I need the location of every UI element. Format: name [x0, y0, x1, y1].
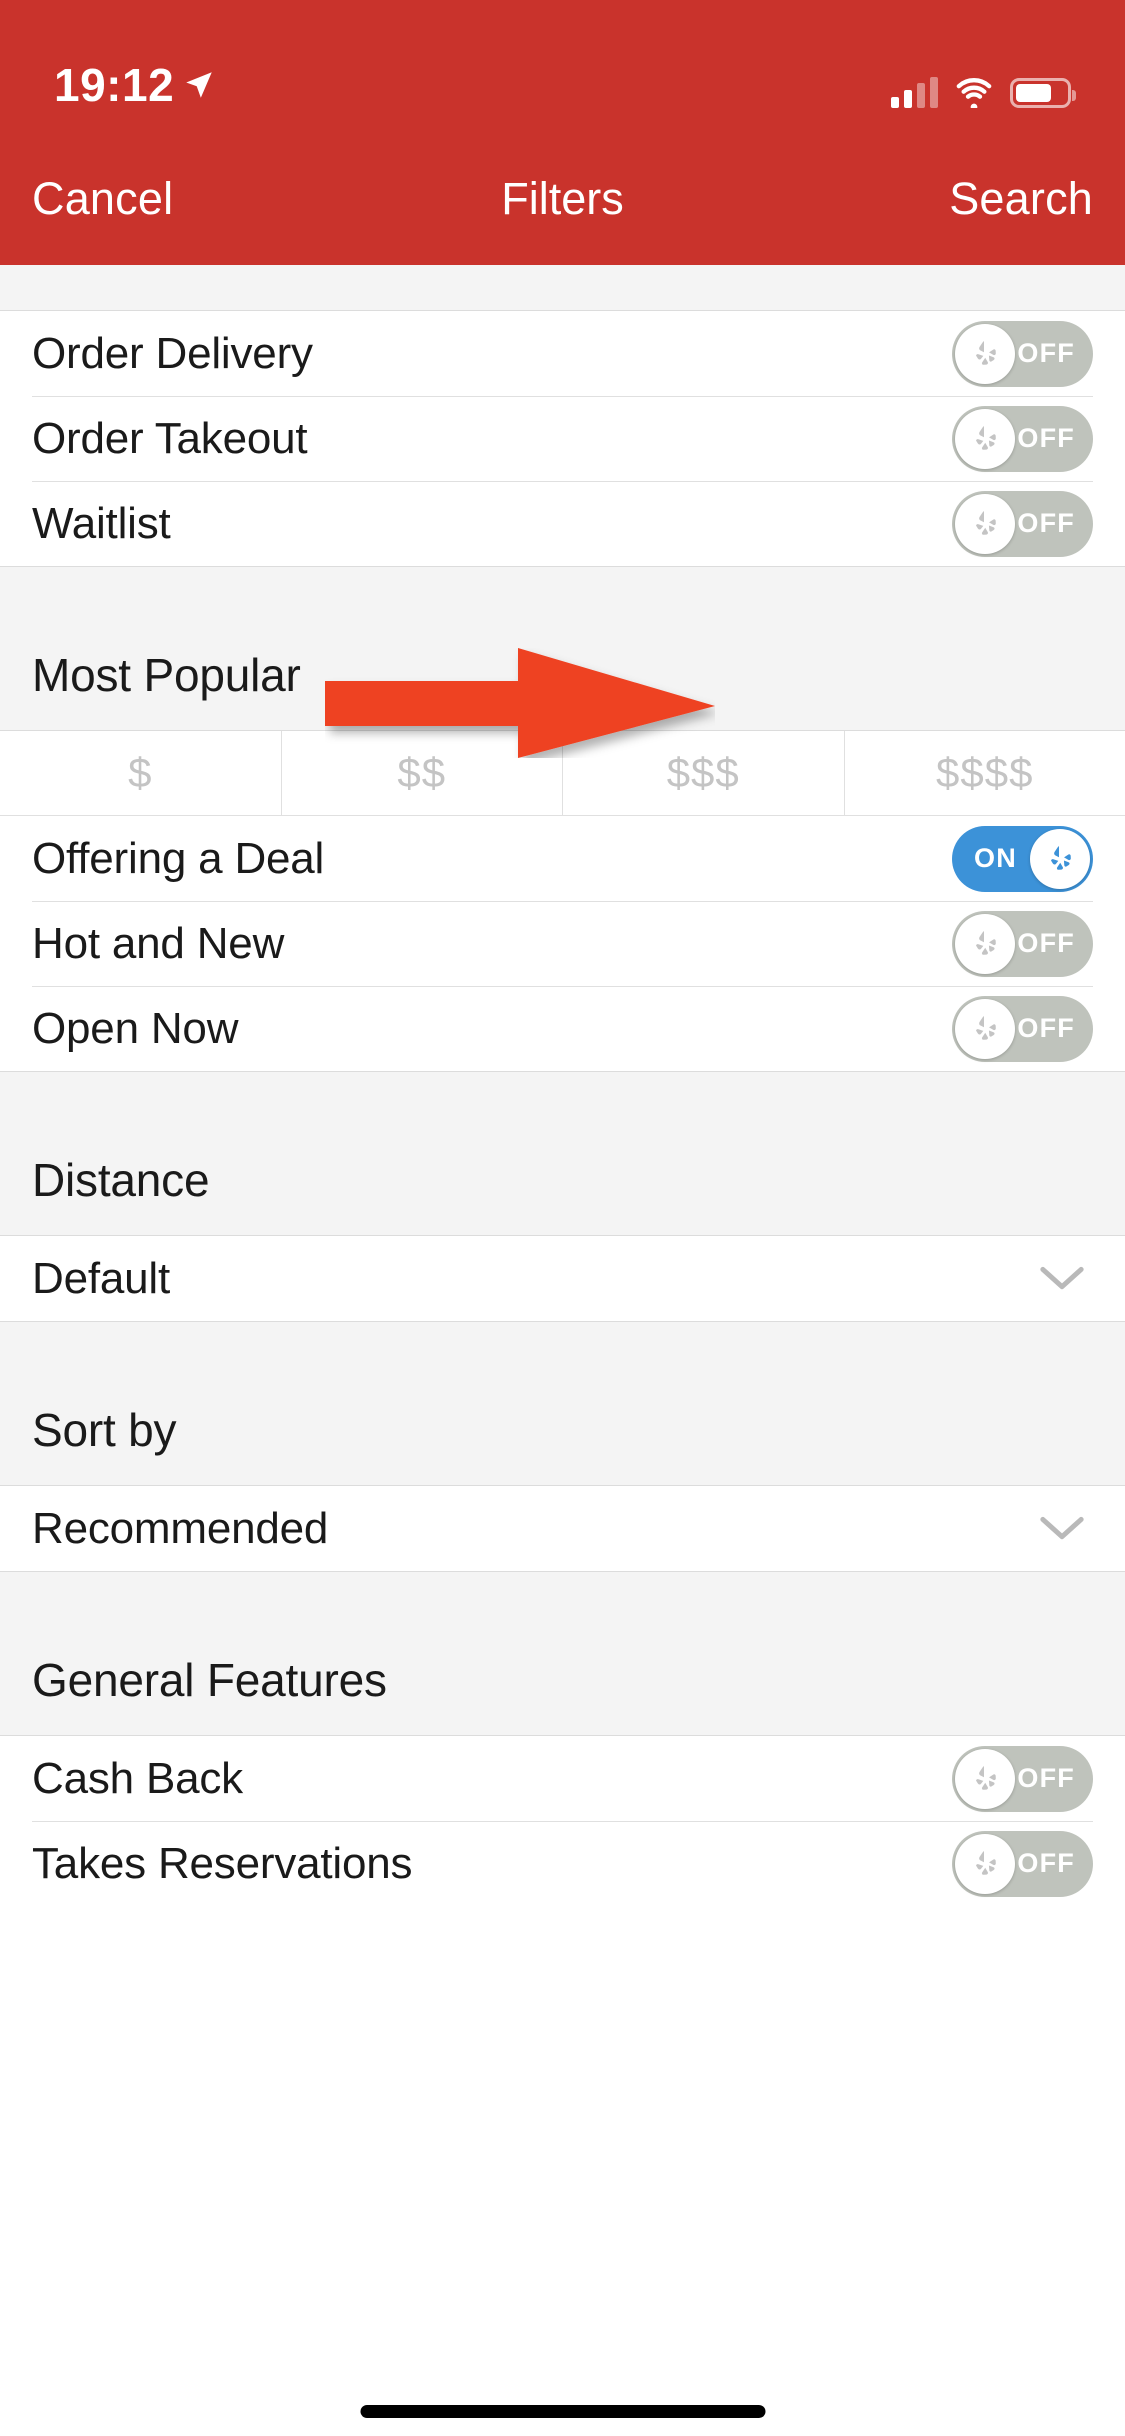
toggle-open-now[interactable]: OFF: [952, 995, 1093, 1062]
yelp-burst-icon: [976, 930, 996, 955]
row-label: Cash Back: [32, 1753, 243, 1803]
chevron-down-icon: [1040, 1266, 1084, 1289]
filter-row-offering-a-deal[interactable]: Offering a Deal ON: [0, 816, 1125, 901]
filter-row-order-takeout[interactable]: Order Takeout OFF: [0, 396, 1125, 481]
yelp-burst-icon: [976, 425, 996, 450]
price-filter-row: $ $$ $$$ $$$$: [0, 731, 1125, 816]
filter-row-takes-reservations[interactable]: Takes Reservations OFF: [0, 1821, 1125, 1906]
general-features-group: Cash Back OFF Takes Reservations OFF: [0, 1736, 1125, 1906]
section-title: Distance: [32, 1154, 210, 1206]
sort-by-select[interactable]: Recommended: [0, 1486, 1125, 1571]
section-header-sort-by: Sort by: [0, 1321, 1125, 1486]
price-option-4[interactable]: $$$$: [845, 731, 1125, 815]
yelp-burst-icon: [976, 340, 996, 365]
row-label: Offering a Deal: [32, 833, 325, 883]
row-label: Order Delivery: [32, 328, 313, 378]
distance-select[interactable]: Default: [0, 1236, 1125, 1321]
section-header-most-popular: Most Popular: [0, 566, 1125, 731]
nav-bar: Cancel Filters Search: [0, 132, 1125, 265]
delivery-options-group: Order Delivery OFF Order Takeout OFF Wai…: [0, 311, 1125, 566]
battery-icon: [1010, 78, 1076, 108]
toggle-knob: [955, 1833, 1015, 1894]
row-label: Order Takeout: [32, 413, 308, 463]
toggle-state-label: OFF: [1017, 1763, 1075, 1793]
filters-list: Order Delivery OFF Order Takeout OFF Wai…: [0, 265, 1125, 1906]
chevron-down-icon: [1040, 1516, 1084, 1539]
toggle-knob: [955, 493, 1015, 554]
toggle-waitlist[interactable]: OFF: [952, 490, 1093, 557]
toggle-state-label: OFF: [1017, 1848, 1075, 1878]
row-label: Open Now: [32, 1003, 239, 1053]
price-option-3[interactable]: $$$: [563, 731, 845, 815]
price-option-2[interactable]: $$: [282, 731, 563, 815]
filter-row-order-delivery[interactable]: Order Delivery OFF: [0, 311, 1125, 396]
toggle-state-label: OFF: [1017, 1013, 1075, 1043]
toggle-takes-reservations[interactable]: OFF: [952, 1830, 1093, 1897]
row-label: Takes Reservations: [32, 1838, 413, 1888]
distance-value: Default: [32, 1253, 171, 1303]
sort-by-value: Recommended: [32, 1503, 329, 1553]
status-bar-left: 19:12: [54, 62, 216, 108]
status-bar-right: [891, 77, 1076, 108]
toggle-offering-a-deal[interactable]: ON: [952, 825, 1093, 892]
toggle-knob: [955, 913, 1015, 974]
filter-row-waitlist[interactable]: Waitlist OFF: [0, 481, 1125, 566]
toggle-state-label: OFF: [1017, 928, 1075, 958]
filter-row-cash-back[interactable]: Cash Back OFF: [0, 1736, 1125, 1821]
toggle-knob: [955, 323, 1015, 384]
section-title: General Features: [32, 1654, 387, 1706]
yelp-burst-icon: [1051, 845, 1071, 870]
toggle-order-delivery[interactable]: OFF: [952, 320, 1093, 387]
yelp-burst-icon: [976, 1850, 996, 1875]
section-header-distance: Distance: [0, 1071, 1125, 1236]
status-bar-time: 19:12: [54, 59, 175, 111]
toggle-state-label: OFF: [1017, 508, 1075, 538]
toggle-knob: [1030, 828, 1090, 889]
wifi-icon: [956, 78, 992, 108]
row-label: Hot and New: [32, 918, 285, 968]
yelp-burst-icon: [976, 510, 996, 535]
status-bar: 19:12: [0, 0, 1125, 132]
filter-row-hot-and-new[interactable]: Hot and New OFF: [0, 901, 1125, 986]
yelp-burst-icon: [976, 1765, 996, 1790]
toggle-cash-back[interactable]: OFF: [952, 1745, 1093, 1812]
toggle-hot-and-new[interactable]: OFF: [952, 910, 1093, 977]
section-header-general-features: General Features: [0, 1571, 1125, 1736]
row-label: Waitlist: [32, 498, 171, 548]
filter-row-open-now[interactable]: Open Now OFF: [0, 986, 1125, 1071]
price-option-1[interactable]: $: [0, 731, 282, 815]
most-popular-group: Offering a Deal ON Hot and New OFF Open …: [0, 816, 1125, 1071]
yelp-burst-icon: [976, 1015, 996, 1040]
toggle-order-takeout[interactable]: OFF: [952, 405, 1093, 472]
location-arrow-icon: [186, 72, 212, 98]
toggle-state-label: OFF: [1017, 338, 1075, 368]
cancel-button[interactable]: Cancel: [32, 173, 173, 225]
cellular-signal-icon: [891, 77, 938, 108]
toggle-knob: [955, 1748, 1015, 1809]
toggle-knob: [955, 408, 1015, 469]
section-title: Most Popular: [32, 649, 301, 701]
home-indicator: [360, 2405, 765, 2418]
toggle-state-label: OFF: [1017, 423, 1075, 453]
top-spacer: [0, 265, 1125, 311]
toggle-knob: [955, 998, 1015, 1059]
section-title: Sort by: [32, 1404, 177, 1456]
toggle-state-label: ON: [974, 843, 1017, 873]
search-button[interactable]: Search: [949, 173, 1093, 225]
